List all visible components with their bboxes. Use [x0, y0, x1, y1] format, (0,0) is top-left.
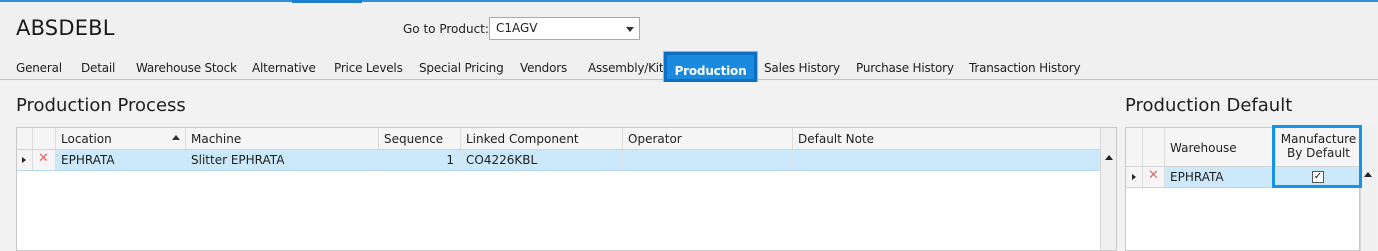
header-delete-cell: [33, 128, 56, 149]
window-top-highlight: [292, 0, 362, 3]
cell-sequence[interactable]: 1: [379, 150, 461, 170]
production-default-title: Production Default: [1125, 95, 1293, 116]
cell-operator[interactable]: [623, 150, 793, 170]
tab-detail[interactable]: Detail: [81, 61, 115, 79]
tab-production[interactable]: Production: [663, 51, 758, 83]
x-icon[interactable]: ✕: [38, 151, 49, 166]
goto-product-value: C1AGV: [496, 21, 538, 35]
production-process-title: Production Process: [16, 95, 186, 116]
column-header-linked-component[interactable]: Linked Component: [461, 128, 623, 149]
column-header-sequence[interactable]: Sequence: [379, 128, 461, 149]
tab-special-pricing[interactable]: Special Pricing: [419, 61, 504, 79]
arrow-right-icon: [22, 157, 26, 163]
row-indicator-cell[interactable]: [1126, 167, 1143, 187]
product-title: ABSDEBL: [16, 16, 115, 40]
production-process-grid: Location Machine Sequence Linked Compone…: [16, 127, 1117, 251]
cell-machine[interactable]: Slitter EPHRATA: [186, 150, 379, 170]
row-delete-cell[interactable]: ✕: [1143, 167, 1165, 187]
header-indicator-cell: [17, 128, 33, 149]
column-header-default-note[interactable]: Default Note: [793, 128, 1100, 149]
scroll-up-icon[interactable]: [1105, 155, 1113, 160]
tab-general[interactable]: General: [16, 61, 62, 79]
tab-price-levels[interactable]: Price Levels: [334, 61, 403, 79]
vertical-scrollbar[interactable]: [1360, 127, 1376, 251]
goto-product-select[interactable]: C1AGV: [489, 17, 640, 40]
sort-ascending-icon: [172, 135, 180, 140]
tab-warehouse-stock[interactable]: Warehouse Stock: [136, 61, 237, 79]
column-header-machine[interactable]: Machine: [186, 128, 379, 149]
cell-warehouse[interactable]: EPHRATA: [1165, 167, 1276, 187]
vertical-scrollbar[interactable]: [1100, 128, 1116, 250]
tab-transaction-history[interactable]: Transaction History: [969, 61, 1081, 79]
column-header-location[interactable]: Location: [56, 128, 186, 149]
tab-bar: General Detail Warehouse Stock Alternati…: [0, 51, 1378, 83]
cell-default-note[interactable]: [793, 150, 1100, 170]
grid-header: Location Machine Sequence Linked Compone…: [17, 128, 1100, 150]
table-row[interactable]: ✕ EPHRATA Slitter EPHRATA 1 CO4226KBL: [17, 150, 1100, 171]
tab-sales-history[interactable]: Sales History: [764, 61, 840, 79]
cell-linked-component[interactable]: CO4226KBL: [461, 150, 623, 170]
manufacture-column-highlight: [1272, 125, 1362, 188]
tab-alternative[interactable]: Alternative: [252, 61, 316, 79]
row-indicator-cell[interactable]: [17, 150, 33, 170]
column-header-operator[interactable]: Operator: [623, 128, 793, 149]
tab-assembly-kit[interactable]: Assembly/Kit: [588, 61, 664, 79]
tab-purchase-history[interactable]: Purchase History: [856, 61, 954, 79]
scroll-up-icon[interactable]: [1364, 172, 1372, 177]
tab-vendors[interactable]: Vendors: [520, 61, 567, 79]
column-header-warehouse[interactable]: Warehouse: [1165, 128, 1276, 166]
x-icon[interactable]: ✕: [1148, 168, 1159, 183]
header-indicator-cell: [1126, 128, 1143, 166]
window-top-border: [0, 0, 1378, 2]
column-header-location-label: Location: [61, 132, 112, 146]
header-delete-cell: [1143, 128, 1165, 166]
chevron-down-icon[interactable]: [626, 27, 634, 32]
cell-location[interactable]: EPHRATA: [56, 150, 186, 170]
row-delete-cell[interactable]: ✕: [33, 150, 56, 170]
goto-product-label: Go to Product:: [403, 22, 489, 36]
arrow-right-icon: [1132, 174, 1136, 180]
